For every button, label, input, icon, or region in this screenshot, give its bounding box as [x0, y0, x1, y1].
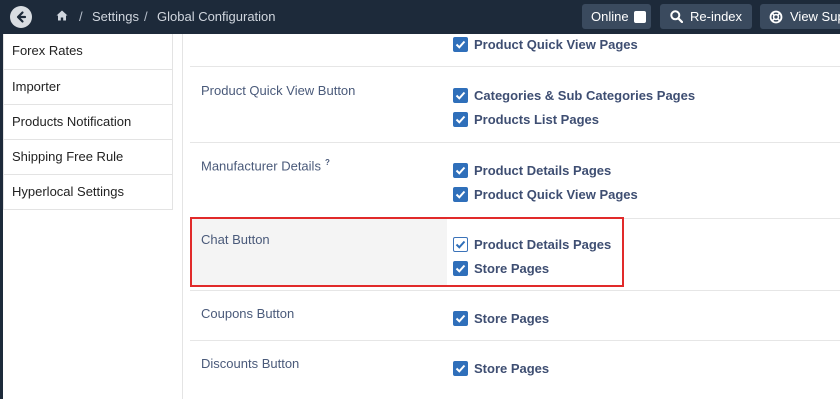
help-icon[interactable]: ? [325, 158, 330, 167]
checkmark-icon [455, 190, 466, 199]
option-label: Categories & Sub Categories Pages [474, 88, 696, 103]
sidebar-item-forex-rates[interactable]: Forex Rates [4, 34, 172, 69]
row-label: Discounts Button [201, 356, 300, 371]
row-label: Manufacturer Details? [201, 158, 330, 173]
option-label: Store Pages [474, 311, 550, 326]
lifebuoy-icon [769, 10, 783, 24]
row-label-text: Manufacturer Details [201, 158, 321, 174]
arrow-left-icon [16, 11, 27, 23]
option-label: Product Details Pages [474, 163, 612, 178]
checkmark-icon [455, 314, 466, 323]
checkmark-icon [455, 40, 466, 49]
sidebar-item-hyperlocal-settings[interactable]: Hyperlocal Settings [4, 174, 172, 209]
breadcrumb-settings[interactable]: Settings [92, 9, 139, 24]
option-label: Products List Pages [474, 112, 599, 127]
checkbox[interactable] [453, 361, 468, 376]
sidebar-item-shipping-free-rule[interactable]: Shipping Free Rule [4, 139, 172, 174]
settings-row-manufacturer-details: Manufacturer Details? Product Details Pa… [190, 142, 840, 218]
row-label: Product Quick View Button [201, 83, 356, 98]
breadcrumb-separator: / [79, 9, 83, 24]
checkbox[interactable] [453, 187, 468, 202]
breadcrumb-separator: / [144, 9, 148, 24]
settings-row-product-quick-view-button: Product Quick View Button Categories & S… [190, 66, 840, 142]
option-label: Product Quick View Pages [474, 37, 638, 52]
checkbox[interactable] [453, 112, 468, 127]
settings-row-discounts-button: Discounts Button Store Pages [190, 340, 840, 392]
sidebar-item-products-notification[interactable]: Products Notification [4, 104, 172, 139]
home-icon[interactable] [56, 10, 68, 21]
row-label: Coupons Button [201, 306, 295, 321]
highlight-box [190, 217, 624, 287]
checkmark-icon [455, 91, 466, 100]
checkmark-icon [455, 364, 466, 373]
option-label: Store Pages [474, 361, 550, 376]
sidebar-item-importer[interactable]: Importer [4, 69, 172, 104]
top-bar: / Settings / Global Configuration Online… [0, 0, 840, 34]
view-support-button[interactable]: View Sup [760, 4, 840, 29]
back-button[interactable] [10, 6, 32, 28]
column-divider [182, 34, 183, 399]
checkmark-icon [455, 166, 466, 175]
breadcrumb-global-configuration: Global Configuration [157, 9, 276, 24]
settings-row-coupons-button: Coupons Button Store Pages [190, 290, 840, 340]
checkbox[interactable] [453, 311, 468, 326]
checkbox[interactable] [453, 163, 468, 178]
checkbox[interactable] [453, 88, 468, 103]
option-label: Product Quick View Pages [474, 187, 638, 202]
checkbox[interactable] [453, 37, 468, 52]
online-label: Online [591, 9, 629, 24]
search-icon [670, 10, 683, 23]
reindex-button[interactable]: Re-index [660, 4, 752, 29]
reindex-label: Re-index [690, 9, 743, 24]
settings-sidebar: Forex Rates Importer Products Notificati… [3, 34, 173, 210]
online-toggle-button[interactable]: Online [582, 4, 651, 29]
view-support-label: View Sup [790, 9, 840, 24]
toggle-switch-icon [634, 11, 646, 23]
checkmark-icon [455, 115, 466, 124]
